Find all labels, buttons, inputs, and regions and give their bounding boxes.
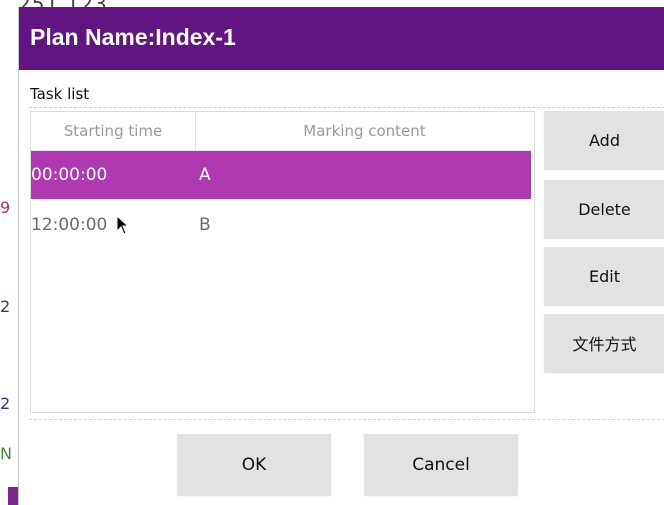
group-divider <box>29 107 664 108</box>
column-header-marking-content[interactable]: Marking content <box>195 112 534 150</box>
background-glyph: 9 <box>0 198 11 217</box>
background-glyph: 2 <box>0 394 11 413</box>
delete-button[interactable]: Delete <box>544 180 664 238</box>
file-mode-button[interactable]: 文件方式 <box>544 314 664 372</box>
background-glyph: N <box>0 444 12 463</box>
row-content: A <box>199 165 211 185</box>
row-time: 00:00:00 <box>31 165 108 185</box>
task-table[interactable]: Starting time Marking content 00:00:00 A… <box>30 111 535 413</box>
row-time: 12:00:00 <box>31 215 108 235</box>
add-button[interactable]: Add <box>544 111 664 169</box>
background-bar <box>8 487 18 505</box>
edit-button[interactable]: Edit <box>544 247 664 305</box>
cancel-button[interactable]: Cancel <box>364 434 518 495</box>
dialog-titlebar: Plan Name:Index-1 <box>19 7 664 70</box>
dialog-title: Plan Name:Index-1 <box>30 24 236 50</box>
table-header: Starting time Marking content <box>31 112 534 151</box>
background-glyph: 2 <box>0 297 11 316</box>
plan-dialog: Plan Name:Index-1 Task list Starting tim… <box>18 7 664 505</box>
task-list-label: Task list <box>30 85 90 103</box>
table-row[interactable]: 00:00:00 A <box>31 151 531 199</box>
table-row[interactable]: 12:00:00 B <box>31 201 531 249</box>
mouse-pointer-icon <box>116 215 130 235</box>
column-header-starting-time[interactable]: Starting time <box>31 112 196 150</box>
footer-divider <box>29 419 664 420</box>
ok-button[interactable]: OK <box>177 434 331 495</box>
row-content: B <box>199 215 211 235</box>
